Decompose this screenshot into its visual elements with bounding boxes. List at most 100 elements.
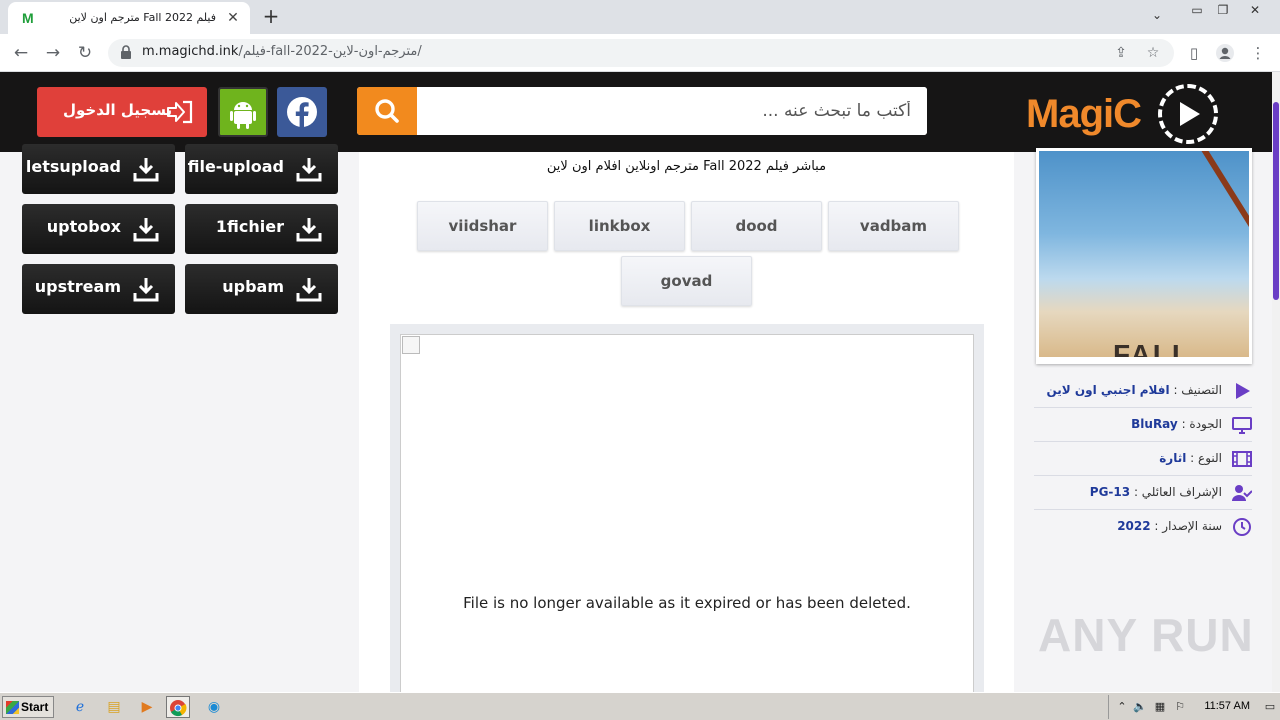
minimize-window-button[interactable]: ▭ [1186, 2, 1208, 20]
internet-explorer-icon[interactable]: ℯ [68, 696, 92, 718]
url-text: m.magichd.ink/فيلم-fall-2022-مترجم-اون-ل… [142, 44, 422, 59]
edge-icon[interactable]: ◉ [202, 696, 226, 718]
meta-value-link[interactable]: BluRay [1131, 417, 1178, 431]
download-icon [133, 158, 159, 182]
server-button-viidshar[interactable]: viidshar [417, 201, 548, 251]
server-button-govad[interactable]: govad [621, 256, 752, 306]
tab-strip: M فيلم Fall 2022 مترجم اون لاين ✕ + ⌄ ▭ … [0, 0, 1280, 34]
video-player-frame: File is no longer available as it expire… [390, 324, 984, 694]
download-button-file-upload[interactable]: file-upload [185, 144, 338, 194]
download-icon [296, 218, 322, 242]
url-path: /فيلم-fall-2022-مترجم-اون-لاين/ [238, 44, 422, 59]
download-button-1fichier[interactable]: 1fichier [185, 204, 338, 254]
meta-value-link[interactable]: PG-13 [1090, 485, 1130, 499]
system-tray: ⌃ 🔈 ▦ ⚐ 11:57 AM ▭ [1108, 695, 1280, 719]
bookmark-star-icon[interactable]: ☆ [1144, 44, 1162, 62]
server-button-dood[interactable]: dood [691, 201, 822, 251]
meta-label: النوع : [1190, 451, 1222, 465]
user-check-icon [1232, 485, 1252, 501]
page-scrollbar[interactable] [1272, 72, 1280, 692]
meta-label-row: الجودة : BluRay [1131, 417, 1222, 431]
close-tab-icon[interactable]: ✕ [224, 9, 242, 27]
forward-button[interactable]: → [42, 42, 64, 64]
movie-poster[interactable]: FALL [1036, 148, 1252, 364]
download-button-upbam[interactable]: upbam [185, 264, 338, 314]
video-player[interactable]: File is no longer available as it expire… [400, 334, 974, 694]
download-button-letsupload[interactable]: letsupload [22, 144, 175, 194]
back-button[interactable]: ← [10, 42, 32, 64]
download-host-name: upbam [222, 277, 284, 296]
restore-window-button[interactable]: ❐ [1212, 2, 1234, 20]
meta-value-link[interactable]: اثارة [1159, 451, 1186, 465]
scrollbar-thumb[interactable] [1273, 102, 1279, 300]
tab-search-chevron-icon[interactable]: ⌄ [1152, 8, 1162, 22]
meta-label: الإشراف العائلي : [1133, 485, 1222, 499]
logo-play-icon [1180, 102, 1200, 126]
chrome-taskbar-icon[interactable] [166, 696, 190, 718]
description-text: مباشر فيلم Fall 2022 مترجم اونلاين افلام… [546, 159, 827, 174]
action-center-flag-icon[interactable]: ⚐ [1173, 700, 1187, 714]
download-button-upstream[interactable]: upstream [22, 264, 175, 314]
start-label: Start [21, 700, 49, 714]
download-host-name: uptobox [46, 217, 121, 236]
meta-label-row: سنة الإصدار : 2022 [1117, 519, 1222, 533]
poster-tower-graphic [1189, 151, 1249, 335]
media-player-icon[interactable]: ▶ [135, 696, 159, 718]
meta-label-row: الإشراف العائلي : PG-13 [1090, 485, 1222, 499]
meta-row-year: سنة الإصدار : 2022 [1034, 510, 1252, 544]
lock-icon [121, 45, 131, 59]
start-button[interactable]: Start [2, 696, 54, 718]
profile-avatar-icon[interactable] [1215, 43, 1235, 63]
reload-button[interactable]: ↻ [74, 42, 96, 64]
close-window-button[interactable]: ✕ [1244, 2, 1266, 20]
side-panel-icon[interactable]: ▯ [1184, 43, 1204, 63]
browser-menu-icon[interactable]: ⋮ [1248, 43, 1268, 63]
taskbar-clock[interactable]: 11:57 AM [1204, 700, 1250, 712]
download-icon [296, 158, 322, 182]
meta-row-genre: النوع : اثارة [1034, 442, 1252, 476]
site-header: MagiC تسجيل الدخول [0, 72, 1280, 152]
main-content: مباشر فيلم Fall 2022 مترجم اونلاين افلام… [359, 152, 1014, 694]
login-label: تسجيل الدخول [63, 101, 173, 119]
search-input[interactable] [417, 87, 927, 135]
address-bar[interactable]: m.magichd.ink/فيلم-fall-2022-مترجم-اون-ل… [108, 39, 1174, 67]
android-app-button[interactable] [218, 87, 268, 137]
login-button[interactable]: تسجيل الدخول [37, 87, 207, 137]
meta-row-quality: الجودة : BluRay [1034, 408, 1252, 442]
tray-expand-icon[interactable]: ⌃ [1115, 700, 1129, 714]
tab-title: فيلم Fall 2022 مترجم اون لاين [69, 11, 216, 24]
download-button-uptobox[interactable]: uptobox [22, 204, 175, 254]
network-icon[interactable]: ▦ [1153, 700, 1167, 714]
broken-image-icon [402, 336, 420, 354]
download-host-name: letsupload [25, 157, 121, 176]
poster-title: FALL [1113, 339, 1191, 357]
meta-label: سنة الإصدار : [1154, 519, 1222, 533]
facebook-icon [287, 97, 317, 127]
film-icon [1232, 451, 1252, 467]
meta-value-link[interactable]: افلام اجنبي اون لاين [1046, 383, 1169, 397]
windows-taskbar: Start ℯ ▤ ▶ ◉ ⌃ 🔈 ▦ ⚐ 11:57 AM ▭ [0, 692, 1280, 720]
meta-value-link[interactable]: 2022 [1117, 519, 1150, 533]
volume-icon[interactable]: 🔈 [1133, 700, 1147, 714]
search-bar [357, 87, 927, 135]
browser-tab[interactable]: M فيلم Fall 2022 مترجم اون لاين ✕ [8, 2, 250, 34]
show-desktop-icon[interactable]: ▭ [1263, 700, 1277, 714]
meta-label: الجودة : [1181, 417, 1222, 431]
logo-text: MagiC [1026, 92, 1142, 136]
facebook-button[interactable] [277, 87, 327, 137]
share-icon[interactable]: ⇪ [1112, 44, 1130, 62]
new-tab-button[interactable]: + [260, 5, 282, 27]
windows-flag-icon [6, 701, 19, 714]
anyrun-watermark: ANY RUN [1038, 609, 1254, 661]
server-button-vadbam[interactable]: vadbam [828, 201, 959, 251]
file-explorer-icon[interactable]: ▤ [102, 696, 126, 718]
browser-toolbar: ← → ↻ m.magichd.ink/فيلم-fall-2022-مترجم… [0, 34, 1280, 72]
url-host: m.magichd.ink [142, 44, 239, 59]
android-icon [230, 102, 256, 129]
chrome-icon [170, 700, 187, 717]
meta-row-category: التصنيف : افلام اجنبي اون لاين [1034, 374, 1252, 408]
player-error-message: File is no longer available as it expire… [463, 594, 911, 612]
server-button-linkbox[interactable]: linkbox [554, 201, 685, 251]
site-favicon-icon: M [22, 10, 34, 26]
search-button[interactable] [357, 87, 417, 135]
